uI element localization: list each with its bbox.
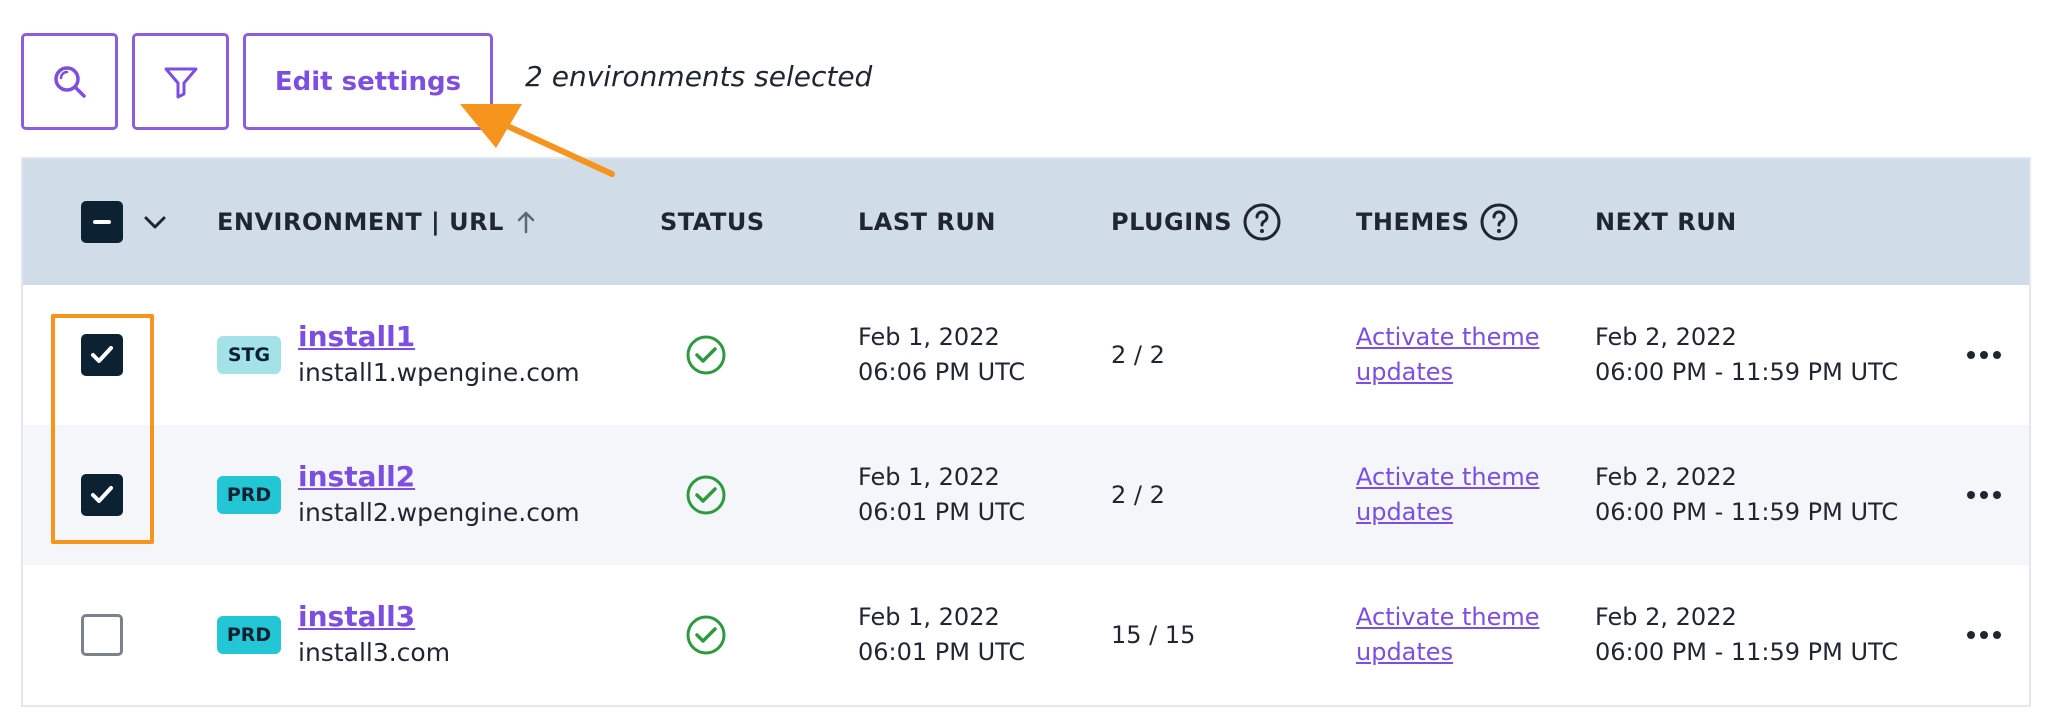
arrow-annotation [460,104,615,177]
minus-icon [93,220,111,224]
more-icon[interactable] [1965,349,2003,361]
last-run-date: Feb 1, 2022 [858,463,1000,491]
select-all-group [81,159,169,285]
last-run-time: 06:01 PM UTC [858,638,1026,666]
chevron-down-icon[interactable] [141,208,169,236]
status-success-icon [686,475,726,515]
column-status: STATUS [660,208,765,236]
env-type-badge: STG [217,336,281,374]
last-run-time: 06:06 PM UTC [858,358,1026,386]
plugins-count: 2 / 2 [1111,481,1165,509]
next-run-window: 06:00 PM - 11:59 PM UTC [1595,498,1899,526]
activate-theme-updates-link[interactable]: updates [1356,355,1453,390]
env-type-badge: PRD [217,616,281,654]
sort-up-icon [517,211,535,234]
column-next-run: NEXT RUN [1595,208,1737,236]
column-plugins: PLUGINS [1111,159,1282,285]
next-run-date: Feb 2, 2022 [1595,463,1737,491]
environment-link[interactable]: install1 [298,319,415,355]
activate-theme-updates-link[interactable]: Activate theme [1356,600,1540,635]
plugins-count: 15 / 15 [1111,621,1196,649]
search-button[interactable] [21,33,118,130]
table-row: PRD install3 install3.com Feb 1, 2022 06… [23,565,2029,705]
row-checkbox[interactable] [81,614,123,656]
last-run-date: Feb 1, 2022 [858,323,1000,351]
column-plugins-label: PLUGINS [1111,208,1233,236]
env-type-badge: PRD [217,476,281,514]
row-checkbox[interactable] [81,334,123,376]
select-all-checkbox[interactable] [81,201,123,243]
more-icon[interactable] [1965,489,2003,501]
last-run-date: Feb 1, 2022 [858,603,1000,631]
next-run-window: 06:00 PM - 11:59 PM UTC [1595,638,1899,666]
environment-link[interactable]: install2 [298,459,415,495]
environment-url: install3.com [298,638,451,667]
check-icon [91,486,113,503]
column-environment-label: ENVIRONMENT | URL [217,208,504,236]
table-row: PRD install2 install2.wpengine.com Feb 1… [23,425,2029,565]
search-icon [53,65,86,98]
activate-theme-updates-link[interactable]: Activate theme [1356,320,1540,355]
next-run-date: Feb 2, 2022 [1595,603,1737,631]
activate-theme-updates-link[interactable]: updates [1356,635,1453,670]
status-success-icon [686,615,726,655]
environments-table: ENVIRONMENT | URL STATUS LAST RUN PLUGIN… [21,157,2031,707]
environment-url: install1.wpengine.com [298,358,580,387]
environment-link[interactable]: install3 [298,599,415,635]
next-run-date: Feb 2, 2022 [1595,323,1737,351]
column-last-run: LAST RUN [858,208,996,236]
selection-count: 2 environments selected [525,60,873,93]
filter-button[interactable] [132,33,229,130]
status-success-icon [686,335,726,375]
more-icon[interactable] [1965,629,2003,641]
activate-theme-updates-link[interactable]: Activate theme [1356,460,1540,495]
table-header: ENVIRONMENT | URL STATUS LAST RUN PLUGIN… [23,159,2029,285]
help-icon[interactable] [1479,202,1519,242]
plugins-count: 2 / 2 [1111,341,1165,369]
check-icon [91,346,113,363]
activate-theme-updates-link[interactable]: updates [1356,495,1453,530]
environment-url: install2.wpengine.com [298,498,580,527]
column-themes: THEMES [1356,159,1519,285]
last-run-time: 06:01 PM UTC [858,498,1026,526]
help-icon[interactable] [1242,202,1282,242]
row-checkbox[interactable] [81,474,123,516]
table-row: STG install1 install1.wpengine.com Feb 1… [23,285,2029,425]
toolbar: Edit settings [21,33,507,130]
next-run-window: 06:00 PM - 11:59 PM UTC [1595,358,1899,386]
column-themes-label: THEMES [1356,208,1470,236]
filter-icon [164,67,197,98]
